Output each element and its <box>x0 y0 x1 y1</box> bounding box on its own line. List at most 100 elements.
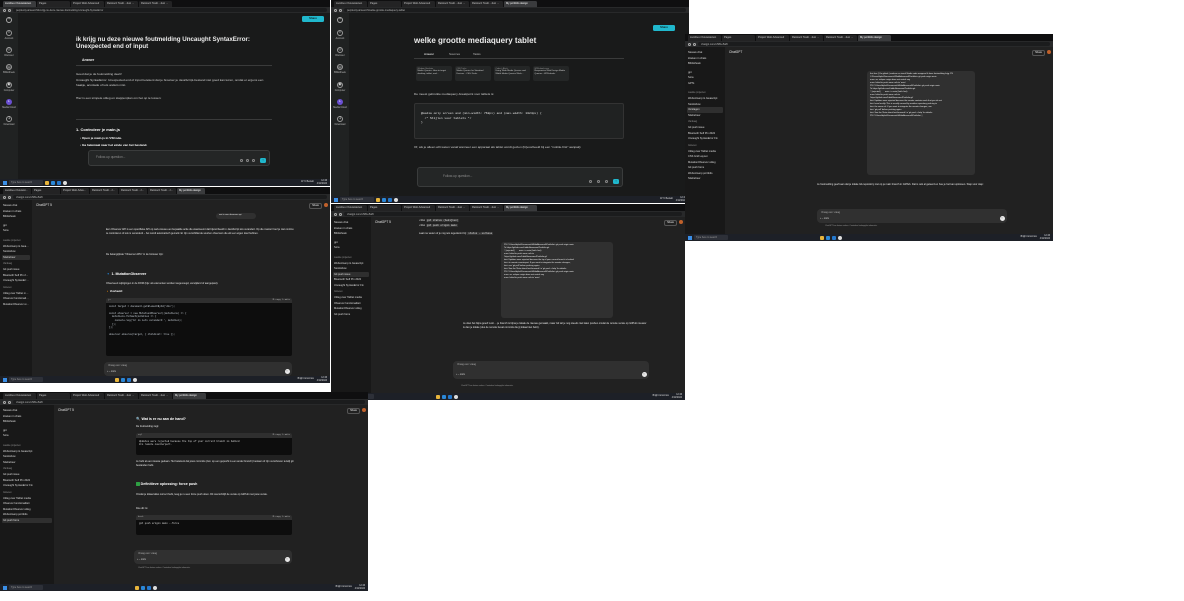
sidebar-item[interactable]: Sitebeheer <box>687 113 723 119</box>
chrome-icon[interactable] <box>838 235 842 240</box>
source-card[interactable]: Coder's Block Using Wide Media Queries an… <box>494 66 530 81</box>
sidebar-item[interactable]: Uncaught SyntaxError Fix <box>333 283 369 289</box>
taskbar-search[interactable]: Type here to search <box>9 180 43 185</box>
taskbar-search[interactable]: Type here to search <box>9 585 43 590</box>
follow-up-box[interactable]: Follow-up question... ↑ <box>88 150 270 166</box>
sidebar-item[interactable]: Bibliotheek <box>2 214 30 220</box>
sidebar-item[interactable]: Sitebeheer <box>687 176 723 182</box>
chat-input[interactable]: Vraag een vraag <box>138 552 157 556</box>
globe-icon[interactable] <box>597 180 600 183</box>
sidebar-item-active[interactable]: Git push force <box>2 517 52 524</box>
source-card[interactable]: CSS Tricks Media Queries for Standard Dev… <box>455 66 491 81</box>
attach-icon[interactable] <box>589 180 592 183</box>
sidebar-home[interactable]: ⌂ Account <box>5 30 13 40</box>
submit-button[interactable]: ↑ <box>260 157 266 163</box>
sidebar-item[interactable]: GPTs <box>687 81 723 87</box>
taskbar-search[interactable]: Type here to search <box>9 377 43 382</box>
tab-answer[interactable]: Answer <box>424 52 434 56</box>
chat-composer[interactable]: Vraag een vraag + ⌁ tools ↑ <box>817 209 1007 223</box>
attach-icon[interactable] <box>240 159 243 162</box>
edge-icon[interactable] <box>51 180 55 185</box>
back-icon[interactable] <box>334 8 337 12</box>
taskbar-search[interactable]: Type here to search <box>340 197 374 202</box>
vscode-icon[interactable] <box>147 585 151 590</box>
send-button[interactable]: ↑ <box>284 557 290 562</box>
chat-composer[interactable]: Vraag een vraag + ⌁ tools ↑ <box>453 361 649 379</box>
sidebar-item[interactable]: Sora <box>333 245 369 251</box>
reload-icon[interactable] <box>8 195 11 199</box>
sidebar-item-active[interactable]: Sitebeheer <box>2 254 30 261</box>
globe-icon[interactable] <box>246 159 249 162</box>
share-button[interactable]: Share <box>653 25 675 31</box>
tab-sources[interactable]: Sources <box>449 52 460 56</box>
sidebar-item[interactable]: MutationObserver uitleg <box>2 302 30 308</box>
edge-icon[interactable] <box>826 235 830 240</box>
sidebar-item[interactable]: Webontwerp portfolio <box>2 512 52 518</box>
share-button[interactable]: Share <box>1032 50 1045 57</box>
send-button[interactable]: ↑ <box>641 372 647 377</box>
share-button[interactable]: Share <box>309 203 322 210</box>
url-field[interactable]: chatgpt.com/c/681e5af9 <box>13 195 327 199</box>
sidebar-item[interactable]: Sora <box>2 228 30 234</box>
sidebar-item[interactable]: Git push force <box>333 312 369 318</box>
url-field[interactable]: chatgpt.com/c/681e5af9 <box>344 212 682 216</box>
edge-icon[interactable] <box>141 585 145 590</box>
share-button[interactable]: Share <box>664 220 677 227</box>
url-field[interactable]: chatgpt.com/c/681e5af9 <box>698 42 1050 46</box>
sidebar-item[interactable]: Uncaught SyntaxError Fix <box>2 483 52 489</box>
sidebar-item[interactable]: Stockshow <box>333 266 369 272</box>
sidebar-item[interactable]: Bibliotheek <box>2 419 52 425</box>
back-icon[interactable] <box>334 212 337 216</box>
copy-button[interactable]: ⧉ Copy ✎ Edit <box>273 433 290 437</box>
explorer-icon[interactable] <box>135 585 139 590</box>
back-icon[interactable] <box>3 8 6 12</box>
mic-icon[interactable] <box>252 159 255 162</box>
source-card[interactable]: Wisdom Stoolstar Media Queries: How to ta… <box>416 66 452 81</box>
vscode-icon[interactable] <box>388 197 392 202</box>
avatar[interactable] <box>1047 49 1051 54</box>
follow-up-input[interactable]: Follow-up question... <box>443 174 472 178</box>
chrome-icon[interactable] <box>153 585 157 590</box>
copy-button[interactable]: ⧉ Copy ✎ Edit <box>273 515 290 519</box>
model-selector[interactable]: ChatGPT <box>729 50 742 54</box>
sidebar-item[interactable]: Sitebeheer <box>2 460 52 466</box>
chat-composer[interactable]: Vraag een vraag + ⌁ tools ↑ <box>104 362 292 376</box>
sidebar-discover[interactable]: ◎ Discover <box>4 47 14 57</box>
edge-icon[interactable] <box>121 377 125 382</box>
chrome-icon[interactable] <box>454 394 458 399</box>
send-button[interactable]: ↑ <box>999 216 1005 221</box>
url-field[interactable]: chatgpt.com/c/681e5af9 <box>13 400 365 404</box>
chrome-icon[interactable] <box>63 180 67 185</box>
sidebar-computer[interactable]: ▣ Computer <box>335 81 345 92</box>
chrome-icon[interactable] <box>133 377 137 382</box>
tools-button[interactable]: + ⌁ tools <box>137 559 146 562</box>
url-field[interactable]: perplexity.ai/search/ik-krijg-nu-deze-ni… <box>13 8 327 12</box>
url-field[interactable]: perplexity.ai/search/welke-grootte-media… <box>344 8 686 12</box>
back-icon[interactable] <box>688 42 691 46</box>
sidebar-download[interactable]: ↧ Download <box>4 116 14 126</box>
reload-icon[interactable] <box>339 212 342 216</box>
sidebar-item[interactable]: Uncaught SyntaxError Fix <box>687 136 723 142</box>
vscode-icon[interactable] <box>57 180 61 185</box>
explorer-icon[interactable] <box>820 235 824 240</box>
windows-icon[interactable] <box>334 197 338 202</box>
send-button[interactable]: ↑ <box>284 369 290 374</box>
sidebar-item[interactable]: Bibliotheek <box>687 61 723 67</box>
sidebar-computer[interactable]: ▣ Computer <box>4 81 14 92</box>
explorer-icon[interactable] <box>45 180 49 185</box>
reload-icon[interactable] <box>8 8 11 12</box>
reload-icon[interactable] <box>8 400 11 404</box>
follow-up-input[interactable]: Follow-up question... <box>96 155 125 159</box>
sidebar-library[interactable]: ▤ Bibliotheek <box>334 64 346 74</box>
back-icon[interactable] <box>3 195 6 199</box>
windows-icon[interactable] <box>3 585 7 590</box>
tools-button[interactable]: + ⌁ tools <box>820 218 829 221</box>
submit-button[interactable]: ↑ <box>613 178 619 184</box>
tools-button[interactable]: + ⌁ tools <box>456 374 465 377</box>
model-selector[interactable]: ChatGPT 5 <box>375 220 391 224</box>
sidebar-new[interactable]: + <box>6 17 12 23</box>
sidebar-new[interactable]: + <box>337 17 343 23</box>
windows-icon[interactable] <box>3 377 7 382</box>
tools-button[interactable]: + ⌁ tools <box>107 371 116 374</box>
windows-icon[interactable] <box>3 180 7 185</box>
